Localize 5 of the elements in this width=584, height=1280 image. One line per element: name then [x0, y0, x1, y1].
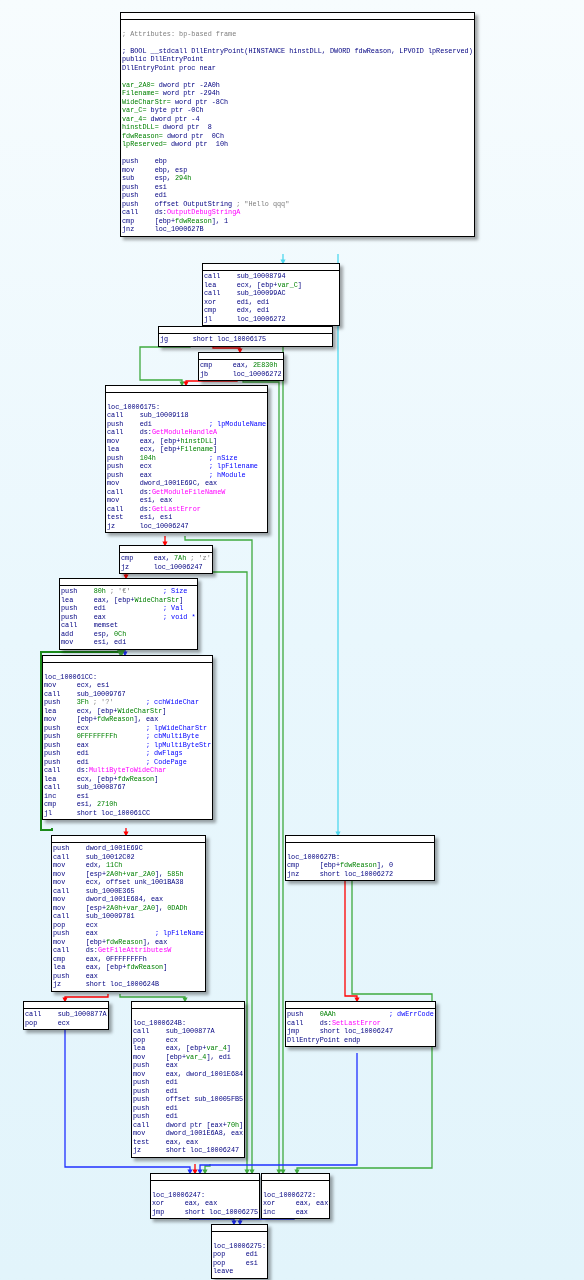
edge-line	[280, 253, 286, 265]
edge-line	[162, 535, 168, 547]
edge-line	[237, 1215, 295, 1226]
edge-line	[212, 344, 243, 354]
edge-line	[62, 993, 109, 1003]
